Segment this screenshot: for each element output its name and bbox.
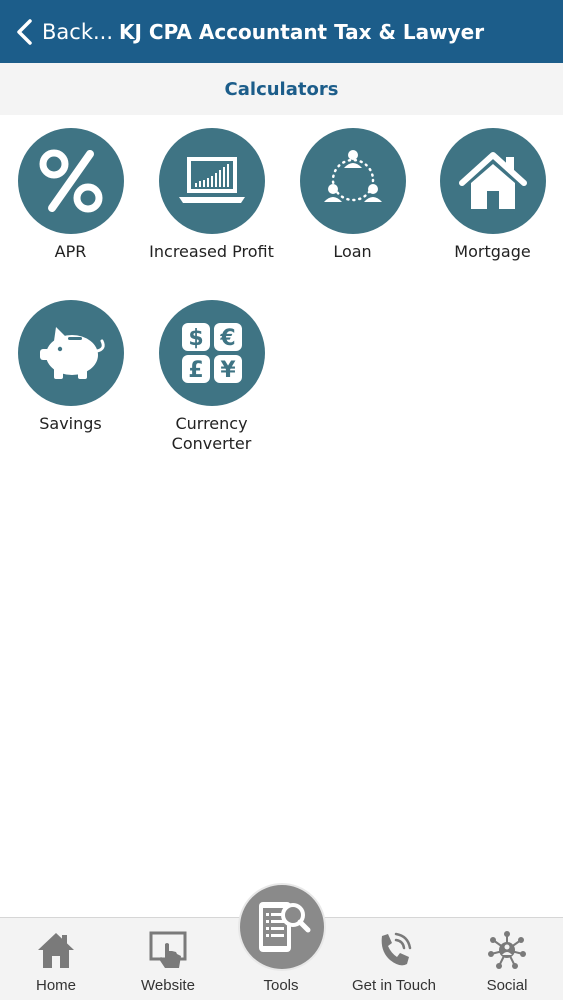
- loan-circle: [299, 128, 406, 234]
- calculator-label: Mortgage: [454, 242, 531, 261]
- tab-label: Tools: [263, 977, 299, 994]
- calculator-label: Increased Profit: [149, 242, 274, 261]
- app-title: KJ CPA Accountant Tax & Lawyer: [119, 19, 485, 44]
- apr-circle: [17, 128, 124, 234]
- currency-icon: $ € £ ¥: [181, 323, 242, 383]
- tab-get-in-touch[interactable]: Get in Touch: [338, 918, 450, 1000]
- savings-circle: [17, 300, 124, 406]
- calculator-label-line1: Currency: [175, 414, 248, 433]
- percent-icon: [39, 149, 102, 213]
- section-header: Calculators: [0, 63, 563, 115]
- tab-home[interactable]: Home: [0, 918, 112, 1000]
- currency-converter-circle: $ € £ ¥: [158, 300, 265, 406]
- calculator-label-line2: Converter: [171, 434, 252, 453]
- svg-text:$: $: [188, 326, 203, 351]
- calculator-savings[interactable]: Savings: [0, 300, 141, 434]
- tab-website[interactable]: Website: [112, 918, 224, 1000]
- tab-label: Website: [141, 977, 195, 994]
- house-icon: [458, 152, 527, 209]
- calculator-label: APR: [54, 242, 87, 261]
- calculator-apr[interactable]: APR: [0, 128, 141, 262]
- back-label: Back...: [42, 19, 114, 44]
- tab-label: Social: [486, 977, 528, 994]
- back-button[interactable]: Back...: [0, 0, 113, 63]
- svg-text:€: €: [219, 326, 235, 351]
- calculator-label: Currency Converter: [141, 414, 282, 454]
- phone-icon: [381, 932, 412, 966]
- calculator-loan[interactable]: Loan: [282, 128, 423, 262]
- calculator-label: Loan: [333, 242, 372, 261]
- mortgage-circle: [439, 128, 546, 234]
- piggy-bank-icon: [39, 327, 105, 379]
- touch-screen-icon: [149, 931, 187, 968]
- section-title: Calculators: [224, 78, 339, 100]
- calculator-mortgage[interactable]: Mortgage: [422, 128, 563, 262]
- laptop-chart-icon: [178, 157, 245, 203]
- tablet-search-icon: [259, 902, 311, 952]
- tools-button[interactable]: [238, 883, 326, 971]
- social-network-icon: [488, 931, 526, 969]
- tab-social[interactable]: Social: [451, 918, 563, 1000]
- calculator-increased-profit[interactable]: Increased Profit: [141, 128, 282, 262]
- increased-profit-circle: [158, 128, 265, 234]
- calculator-label: Savings: [39, 414, 102, 433]
- tab-label: Get in Touch: [352, 977, 436, 994]
- tab-label: Home: [35, 977, 76, 994]
- svg-text:¥: ¥: [220, 358, 236, 383]
- calculator-currency-converter[interactable]: $ € £ ¥ Currency Converter: [141, 300, 282, 454]
- chevron-left-icon: [17, 18, 32, 45]
- home-icon: [38, 933, 74, 968]
- svg-text:£: £: [188, 358, 203, 383]
- app-header: Back... KJ CPA Accountant Tax & Lawyer: [0, 0, 563, 63]
- people-network-icon: [323, 150, 382, 202]
